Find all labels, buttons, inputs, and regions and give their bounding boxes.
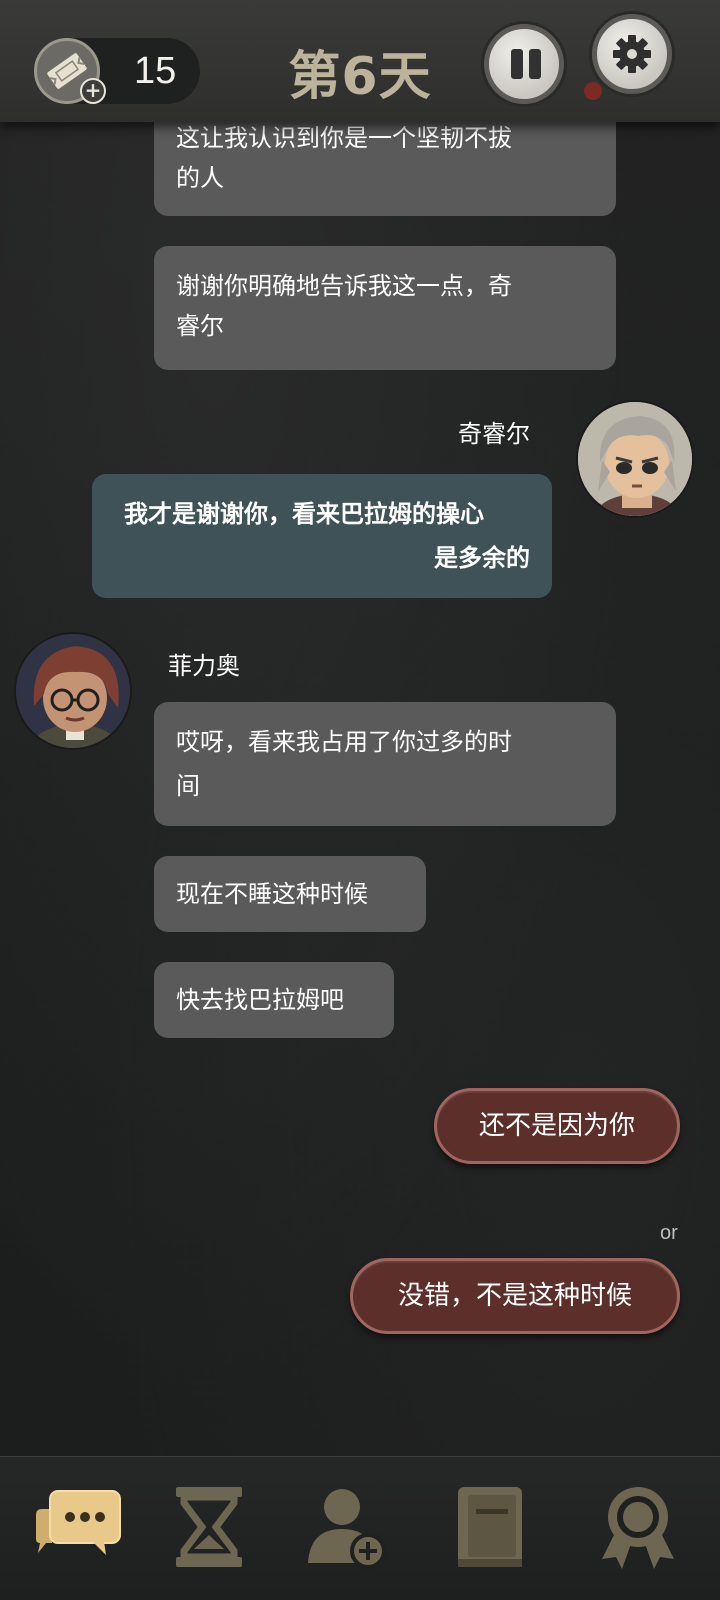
nav-achievements[interactable] — [576, 1457, 720, 1600]
add-ticket-icon[interactable]: + — [80, 78, 106, 104]
top-bar: + 15 第6天 — [0, 0, 720, 122]
add-contact-icon — [308, 1489, 386, 1569]
or-separator: or — [660, 1222, 678, 1244]
message-line: 睿尔 — [176, 312, 224, 340]
nav-journal[interactable] — [432, 1457, 576, 1600]
message-line: 谢谢你明确地告诉我这一点，奇 — [176, 272, 512, 300]
settings-button[interactable] — [592, 14, 672, 94]
book-icon — [458, 1487, 522, 1567]
nav-chat[interactable] — [0, 1457, 144, 1600]
achievement-badge-icon — [602, 1487, 674, 1569]
speaker-name: 奇睿尔 — [458, 420, 530, 448]
message-line: 是多余的 — [434, 544, 530, 572]
nav-contacts[interactable] — [288, 1457, 432, 1600]
ticket-counter[interactable]: + 15 — [34, 38, 200, 104]
message-bubble: 现在不睡这种时候 — [154, 856, 426, 932]
speaker-name: 菲力奥 — [168, 652, 240, 680]
message-bubble: 快去找巴拉姆吧 — [154, 962, 394, 1038]
hourglass-icon — [176, 1487, 242, 1567]
bottom-navigation — [0, 1456, 720, 1600]
reply-option-1[interactable]: 还不是因为你 — [434, 1088, 680, 1164]
avatar-filio[interactable] — [14, 632, 132, 750]
chat-icon — [36, 1490, 121, 1555]
message-bubble: 谢谢你明确地告诉我这一点，奇 睿尔 — [154, 246, 616, 370]
message-line: 我才是谢谢你，看来巴拉姆的操心 — [124, 500, 484, 528]
reply-option-2[interactable]: 没错，不是这种时候 — [350, 1258, 680, 1334]
gear-icon — [613, 35, 651, 73]
day-title: 第6天 — [288, 47, 432, 107]
pause-button[interactable] — [484, 24, 564, 104]
message-line: 间 — [176, 772, 200, 800]
message-line: 哎呀，看来我占用了你过多的时 — [176, 728, 512, 756]
chat-area[interactable]: 这让我认识到你是一个坚韧不拔 的人 谢谢你明确地告诉我这一点，奇 睿尔 奇睿尔 … — [0, 0, 720, 1440]
message-bubble-self: 我才是谢谢你，看来巴拉姆的操心 是多余的 — [92, 474, 552, 598]
nav-time[interactable] — [144, 1457, 288, 1600]
ticket-count: 15 — [134, 50, 177, 92]
message-bubble: 哎呀，看来我占用了你过多的时 间 — [154, 702, 616, 826]
avatar-chirel[interactable] — [576, 400, 694, 518]
